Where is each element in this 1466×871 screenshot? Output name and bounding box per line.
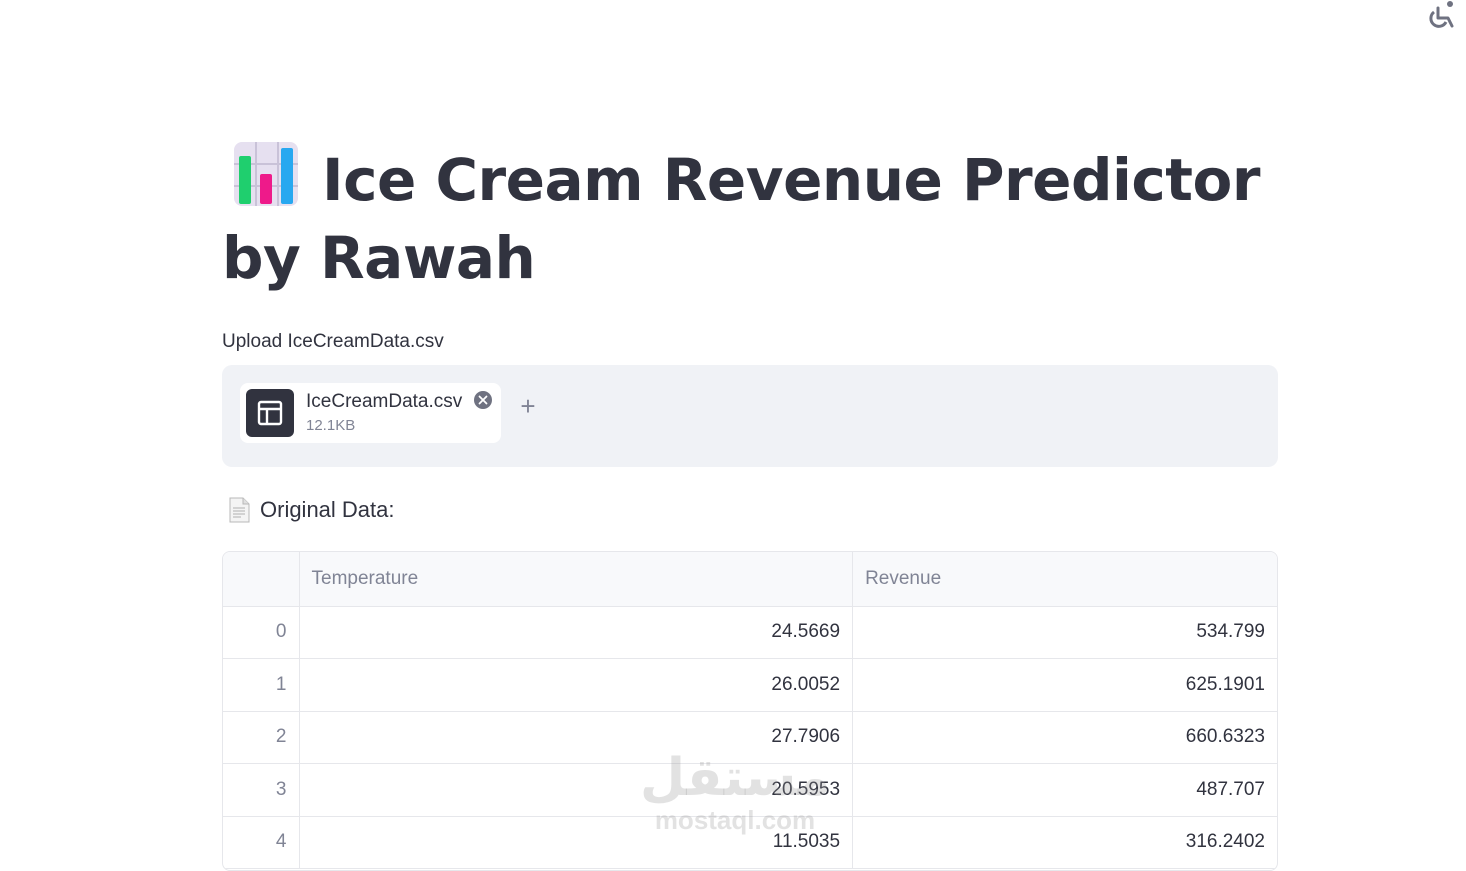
page-title-text: Ice Cream Revenue Predictor by Rawah (222, 146, 1260, 292)
cell-revenue[interactable]: 487.707 (852, 763, 1277, 817)
section-title: Original Data: (260, 497, 395, 522)
cell-temperature[interactable]: 27.7906 (299, 711, 854, 764)
table-row: 4 11.5035 316.2402 (223, 816, 1277, 869)
cell-revenue[interactable]: 534.799 (852, 606, 1277, 659)
main-content: Ice Cream Revenue Predictor by Rawah Upl… (222, 140, 1278, 871)
file-dropzone[interactable]: IceCreamData.csv 12.1KB + (222, 365, 1278, 467)
row-index: 3 (223, 763, 300, 817)
row-index: 1 (223, 658, 300, 712)
upload-label: Upload IceCreamData.csv (222, 331, 444, 352)
column-header-index[interactable] (223, 552, 300, 607)
table-row: 1 26.0052 625.1901 (223, 658, 1277, 712)
bar-chart-icon (232, 140, 300, 208)
row-index: 2 (223, 711, 300, 764)
document-icon (228, 497, 250, 523)
cell-temperature[interactable]: 26.0052 (299, 658, 854, 712)
accessibility-icon[interactable] (1426, 0, 1458, 32)
table-header-row: Temperature Revenue (223, 552, 1277, 607)
plus-icon[interactable]: + (516, 393, 540, 419)
row-index: 4 (223, 816, 300, 869)
cell-revenue[interactable]: 316.2402 (852, 816, 1277, 869)
cell-temperature[interactable]: 24.5669 (299, 606, 854, 659)
table-icon (246, 389, 294, 437)
table-row: 2 27.7906 660.6323 (223, 711, 1277, 764)
table-row: 3 20.5953 487.707 (223, 763, 1277, 817)
column-header-temperature[interactable]: Temperature (299, 552, 854, 607)
column-header-revenue[interactable]: Revenue (852, 552, 1277, 607)
file-name: IceCreamData.csv (306, 391, 463, 412)
file-size: 12.1KB (306, 417, 356, 434)
cell-temperature[interactable]: 11.5035 (299, 816, 854, 869)
row-index: 0 (223, 606, 300, 659)
close-icon (478, 395, 488, 405)
section-heading: Original Data: (222, 497, 1278, 523)
table-row: 0 24.5669 534.799 (223, 606, 1277, 659)
cell-revenue[interactable]: 660.6323 (852, 711, 1277, 764)
cell-temperature[interactable]: 20.5953 (299, 763, 854, 817)
remove-file-button[interactable] (474, 391, 492, 409)
data-table[interactable]: Temperature Revenue 0 24.5669 534.799 1 … (222, 551, 1278, 871)
uploaded-file-card: IceCreamData.csv 12.1KB (240, 383, 501, 443)
cell-revenue[interactable]: 625.1901 (852, 658, 1277, 712)
page-title: Ice Cream Revenue Predictor by Rawah (222, 140, 1278, 297)
